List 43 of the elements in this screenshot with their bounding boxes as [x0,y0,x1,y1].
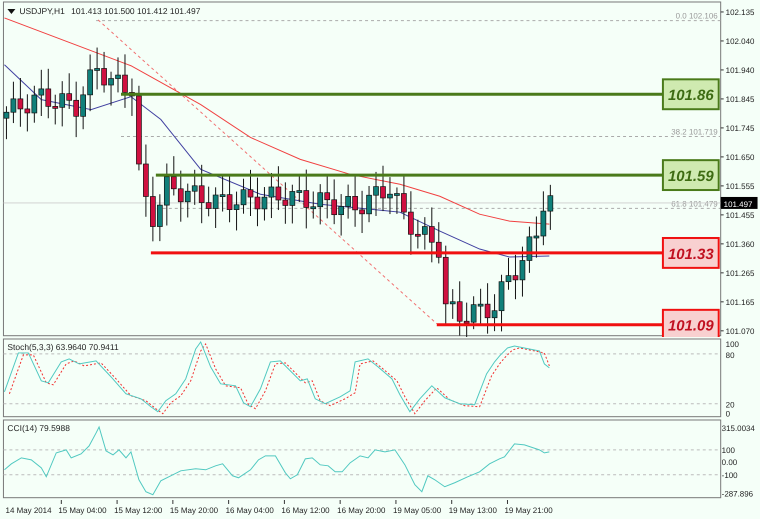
fibonacci-level-label: 0.0 102.106 [676,12,718,21]
time-axis-label: 16 May 12:00 [281,506,330,516]
indicator-axis-label: 0 [726,409,730,418]
fibonacci-level-label: 38.2 101.719 [671,128,718,136]
indicator-axis-label: 100 [722,446,735,456]
chart-symbol: USDJPY,H1 [19,6,65,16]
price-axis-label: 101.265 [726,268,754,278]
time-axis-label: 16 May 20:00 [337,506,386,516]
time-axis-label: 19 May 13:00 [448,506,497,516]
time-axis-label: 15 May 04:00 [58,506,107,516]
price-axis-label: 102.040 [726,36,754,46]
price-level-tag: 101.86 [662,78,720,110]
price-axis-label: 101.360 [726,240,754,249]
price-level-tag: 101.59 [662,159,720,192]
current-price-tag: 101.497 [720,196,758,209]
price-axis-label: 101.070 [726,326,754,336]
indicator-title: CCI(14) 79.5988 [7,423,70,434]
price-axis-label: 101.845 [726,94,754,104]
price-axis-label: 101.165 [726,298,754,307]
price-axis-label: 101.745 [726,124,754,133]
price-axis-label: 101.555 [726,182,754,191]
indicator-axis-label: -287.896 [722,490,754,500]
price-axis-label: 101.940 [726,66,754,75]
time-axis-label: 15 May 12:00 [114,506,162,516]
indicator-title: Stoch(5,3,3) 63.9640 70.9411 [7,342,119,352]
indicator-axis-label: 80 [726,350,735,360]
time-axis-label: 15 May 20:00 [170,506,218,516]
price-axis-label: 102.135 [726,8,754,17]
indicator-axis-label: -100 [722,471,738,480]
price-axis-label: 101.650 [726,152,754,162]
ohlc-values: 101.413 101.500 101.412 101.497 [71,6,200,16]
time-axis-label: 19 May 21:00 [504,506,553,516]
dropdown-triangle-icon[interactable] [7,8,16,14]
price-level-tag: 101.09 [662,308,720,337]
indicator-axis-label: 100 [726,340,739,349]
indicator-axis-label: 315.0034 [722,424,755,434]
price-axis-label: 101.455 [726,210,754,220]
time-axis-label: 19 May 05:00 [392,506,442,516]
time-axis-label: 16 May 04:00 [226,506,274,516]
indicator-axis-label: 0.00 [722,458,738,468]
indicator-axis-label: 20 [726,400,735,410]
price-level-tag: 101.33 [662,237,720,269]
time-axis-label: 14 May 2014 [6,506,52,516]
